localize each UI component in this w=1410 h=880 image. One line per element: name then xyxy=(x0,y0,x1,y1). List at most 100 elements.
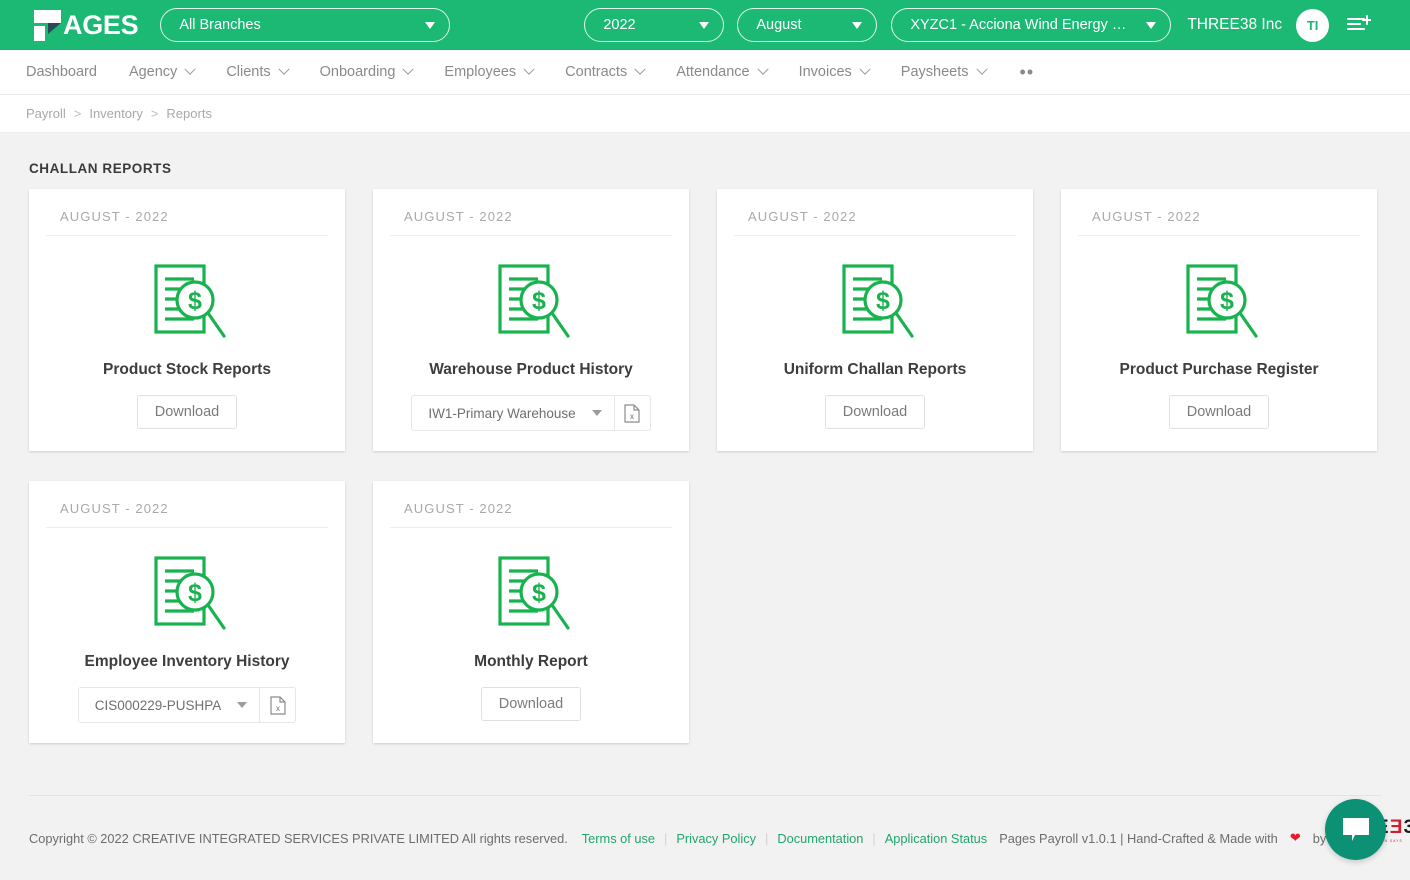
document-search-dollar-icon: $ xyxy=(1178,262,1260,347)
chat-bubble-icon[interactable] xyxy=(1325,799,1386,860)
avatar[interactable]: TI xyxy=(1296,8,1330,42)
month-selector-value: August xyxy=(756,17,802,33)
card-title: Warehouse Product History xyxy=(429,361,633,378)
card-title: Uniform Challan Reports xyxy=(783,361,967,378)
nav-item-label: Clients xyxy=(226,64,271,80)
svg-text:$: $ xyxy=(876,287,890,315)
employee-picker-row: CIS000229-PUSHPA x xyxy=(77,687,297,723)
svg-text:$: $ xyxy=(188,579,202,607)
footer-link-terms-of-use[interactable]: Terms of use xyxy=(582,831,655,846)
breadcrumb-item-inventory[interactable]: Inventory xyxy=(89,106,142,121)
nav-item-label: Invoices xyxy=(798,64,852,80)
card-title: Employee Inventory History xyxy=(84,653,290,670)
app-logo[interactable]: AGES xyxy=(26,0,139,50)
chevron-down-icon xyxy=(277,63,290,75)
warehouse-select[interactable]: IW1-Primary Warehouse xyxy=(412,396,613,430)
chevron-down-icon xyxy=(402,63,415,75)
avatar-initials: TI xyxy=(1306,17,1319,33)
chevron-down-icon xyxy=(859,63,871,75)
card-title: Product Stock Reports xyxy=(103,361,271,378)
chevron-down-icon xyxy=(425,21,436,29)
client-selector[interactable]: XYZC1 - Acciona Wind Energy Private .. xyxy=(891,8,1172,42)
footer-divider: | xyxy=(664,830,668,846)
svg-text:x: x xyxy=(276,704,280,713)
breadcrumb-item-payroll[interactable]: Payroll xyxy=(26,106,66,121)
chevron-down-icon xyxy=(184,63,196,75)
excel-file-icon[interactable]: x xyxy=(259,688,295,722)
company-name: THREE38 Inc xyxy=(1187,16,1283,33)
document-search-dollar-icon: $ xyxy=(834,262,916,347)
client-selector-value: XYZC1 - Acciona Wind Energy Private .. xyxy=(910,17,1134,33)
nav-item-agency[interactable]: Agency xyxy=(128,63,196,80)
copyright-text: Copyright © 2022 CREATIVE INTEGRATED SER… xyxy=(29,830,568,846)
download-button[interactable]: Download xyxy=(480,687,582,721)
report-card-product-purchase-register: AUGUST - 2022 $ Product Purchase Registe… xyxy=(1061,189,1377,451)
footer-link-privacy-policy[interactable]: Privacy Policy xyxy=(676,831,756,846)
footer-divider: | xyxy=(872,830,876,846)
card-period-label: AUGUST - 2022 xyxy=(46,497,328,528)
breadcrumb-item-reports[interactable]: Reports xyxy=(166,106,212,121)
nav-more-icon[interactable]: •• xyxy=(1020,63,1035,81)
nav-item-label: Contracts xyxy=(565,64,628,80)
card-period-label: AUGUST - 2022 xyxy=(390,205,672,236)
download-button[interactable]: Download xyxy=(1168,395,1270,429)
page-footer: Copyright © 2022 CREATIVE INTEGRATED SER… xyxy=(29,795,1410,880)
report-card-employee-inventory-history: AUGUST - 2022 $ Employee Inventory Histo… xyxy=(29,481,345,743)
pages-logo-icon xyxy=(26,8,66,42)
card-title: Product Purchase Register xyxy=(1119,361,1319,378)
footer-link-application-status[interactable]: Application Status xyxy=(885,831,987,846)
branch-selector[interactable]: All Branches xyxy=(160,8,451,42)
nav-item-attendance[interactable]: Attendance xyxy=(676,63,769,80)
page-title: CHALLAN REPORTS xyxy=(29,161,172,176)
nav-item-label: Agency xyxy=(128,64,178,80)
nav-item-contracts[interactable]: Contracts xyxy=(565,63,646,80)
download-button[interactable]: Download xyxy=(136,395,238,429)
breadcrumb: Payroll > Inventory > Reports xyxy=(0,95,1410,133)
nav-item-label: Attendance xyxy=(676,64,750,80)
top-header-bar: AGES All Branches 2022 August XYZC1 - Ac… xyxy=(0,0,1410,50)
main-navigation: Dashboard Agency Clients Onboarding Empl… xyxy=(0,50,1410,95)
chevron-down-icon xyxy=(523,63,535,75)
card-title: Monthly Report xyxy=(474,653,588,670)
document-search-dollar-icon: $ xyxy=(146,262,228,347)
svg-text:$: $ xyxy=(188,287,202,315)
svg-text:$: $ xyxy=(1220,287,1234,315)
card-period-label: AUGUST - 2022 xyxy=(390,497,672,528)
employee-select[interactable]: CIS000229-PUSHPA xyxy=(79,688,260,722)
version-text: Pages Payroll v1.0.1 | Hand-Crafted & Ma… xyxy=(999,830,1278,846)
card-period-label: AUGUST - 2022 xyxy=(46,205,328,236)
heart-icon: ❤ xyxy=(1289,830,1301,845)
year-selector-value: 2022 xyxy=(603,17,636,33)
svg-text:x: x xyxy=(630,412,634,421)
three38-brand-rest: 38 xyxy=(1404,817,1410,838)
nav-item-employees[interactable]: Employees xyxy=(444,63,535,80)
chevron-down-icon xyxy=(591,410,602,416)
report-card-grid: AUGUST - 2022 $ Product Stock Reports Do… xyxy=(29,189,1381,743)
nav-item-dashboard[interactable]: Dashboard xyxy=(26,64,97,80)
nav-item-onboarding[interactable]: Onboarding xyxy=(320,63,415,80)
svg-text:$: $ xyxy=(532,287,546,315)
nav-item-invoices[interactable]: Invoices xyxy=(798,63,871,80)
footer-link-documentation[interactable]: Documentation xyxy=(777,831,863,846)
warehouse-picker-row: IW1-Primary Warehouse x xyxy=(411,395,651,431)
nav-item-paysheets[interactable]: Paysheets xyxy=(901,63,988,80)
report-card-warehouse-product-history: AUGUST - 2022 $ Warehouse Product Histor… xyxy=(373,189,689,451)
download-button[interactable]: Download xyxy=(824,395,926,429)
menu-add-icon[interactable] xyxy=(1347,14,1373,36)
svg-text:$: $ xyxy=(532,579,546,607)
document-search-dollar-icon: $ xyxy=(146,554,228,639)
chevron-down-icon xyxy=(756,63,769,75)
breadcrumb-separator: > xyxy=(73,106,82,121)
excel-file-icon[interactable]: x xyxy=(613,396,650,430)
menu-add-icon-svg xyxy=(1347,15,1373,30)
year-selector[interactable]: 2022 xyxy=(584,8,725,42)
warehouse-select-value: IW1-Primary Warehouse xyxy=(428,405,576,421)
document-search-dollar-icon: $ xyxy=(490,554,572,639)
month-selector[interactable]: August xyxy=(737,8,878,42)
chevron-down-icon xyxy=(699,21,710,29)
chevron-down-icon xyxy=(852,21,863,29)
nav-item-clients[interactable]: Clients xyxy=(226,63,290,80)
document-search-dollar-icon: $ xyxy=(490,262,572,347)
report-card-uniform-challan-reports: AUGUST - 2022 $ Uniform Challan Reports … xyxy=(717,189,1033,451)
chevron-down-icon xyxy=(975,63,988,75)
